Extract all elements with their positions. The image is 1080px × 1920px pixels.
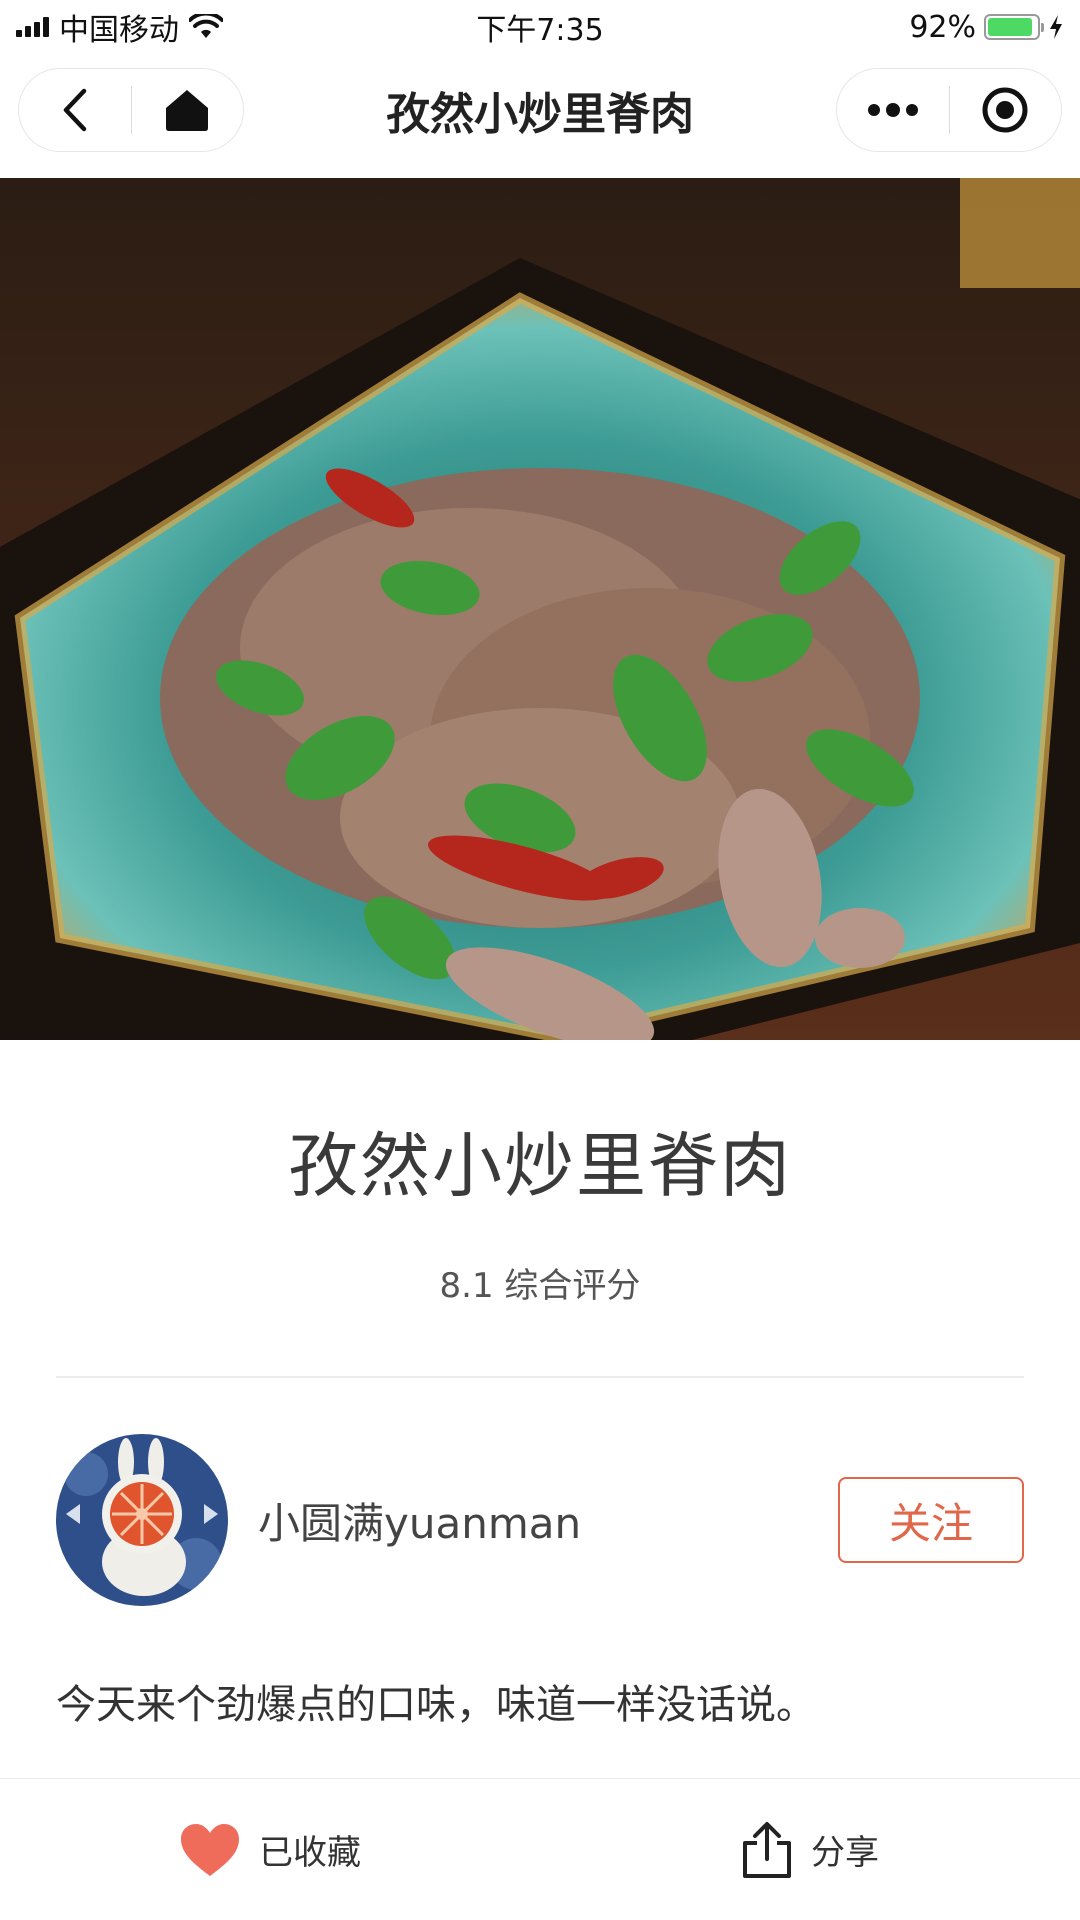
- back-button[interactable]: [19, 69, 131, 151]
- nav-capsule-right: [836, 68, 1062, 152]
- status-left: 中国移动: [16, 5, 223, 49]
- bottom-action-bar: 已收藏 分享: [0, 1778, 1080, 1920]
- share-button[interactable]: 分享: [540, 1779, 1080, 1920]
- signal-icon: [16, 17, 49, 37]
- more-dots-icon: [867, 103, 918, 117]
- nav-bar: 孜然小炒里脊肉: [0, 54, 1080, 178]
- home-button[interactable]: [132, 69, 244, 151]
- favorite-label: 已收藏: [259, 1833, 361, 1873]
- dish-illustration: [0, 178, 1080, 1040]
- heart-icon: [181, 1823, 239, 1876]
- rating-text: 8.1 综合评分: [439, 1266, 641, 1306]
- battery-fill: [988, 18, 1033, 36]
- charging-icon: [1050, 15, 1062, 39]
- recipe-title: 孜然小炒里脊肉: [288, 1125, 792, 1207]
- battery-icon: [984, 14, 1044, 40]
- status-bar: 中国移动 下午7:35 92%: [0, 0, 1080, 54]
- record-target-icon: [982, 87, 1028, 133]
- status-right: 92%: [909, 10, 1064, 45]
- battery-percent: 92%: [909, 9, 976, 45]
- author-name[interactable]: 小圆满yuanman: [258, 1490, 838, 1551]
- author-row: 小圆满yuanman 关注: [56, 1434, 1024, 1606]
- carrier-label: 中国移动: [59, 13, 179, 48]
- wifi-icon: [189, 14, 223, 38]
- nav-capsule-left: [18, 68, 244, 152]
- favorite-button[interactable]: 已收藏: [0, 1779, 540, 1920]
- avatar-image: [56, 1434, 228, 1606]
- nav-title: 孜然小炒里脊肉: [386, 89, 694, 140]
- home-icon: [166, 90, 209, 131]
- close-miniprogram-button[interactable]: [950, 69, 1062, 151]
- avatar[interactable]: [56, 1434, 228, 1606]
- follow-button[interactable]: 关注: [838, 1477, 1024, 1563]
- section-divider: [56, 1376, 1024, 1378]
- share-label: 分享: [811, 1833, 879, 1873]
- recipe-description: 今天来个劲爆点的口味，味道一样没话说。: [56, 1682, 816, 1728]
- chevron-left-icon: [63, 88, 86, 132]
- status-time: 下午7:35: [476, 13, 604, 48]
- more-button[interactable]: [837, 69, 949, 151]
- share-icon: [743, 1821, 791, 1878]
- recipe-photo: [0, 178, 1080, 1040]
